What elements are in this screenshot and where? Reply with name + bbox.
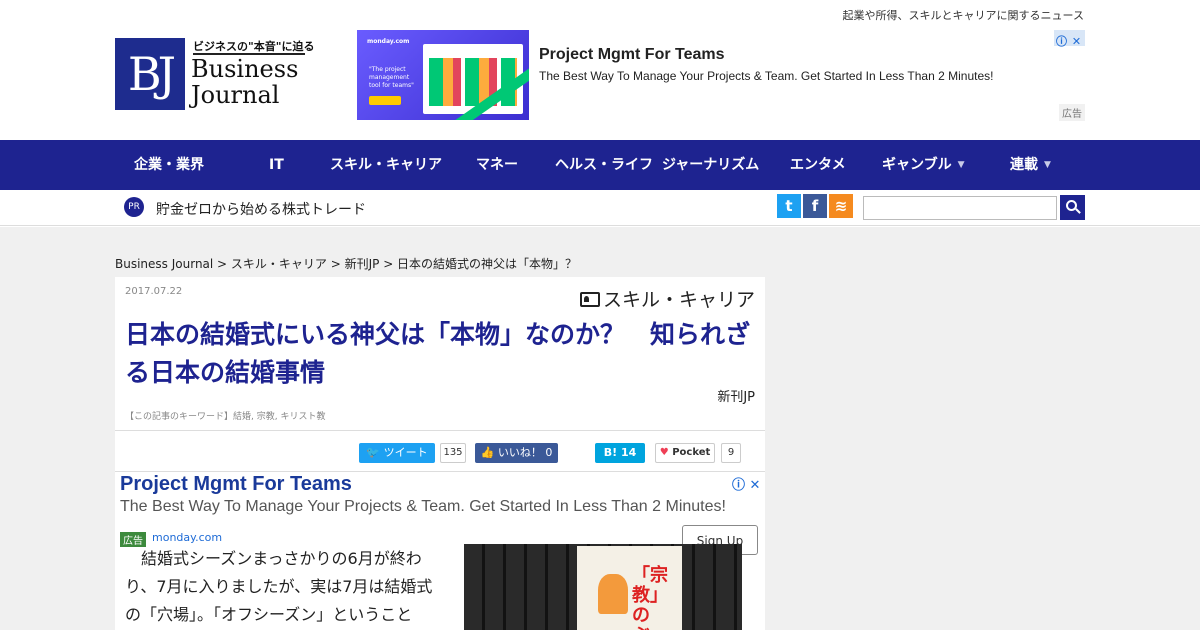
article-card: 2017.07.22 スキル・キャリア 日本の結婚式にいる神父は「本物」なのか？… — [115, 277, 765, 630]
pocket-button[interactable]: ♥ Pocket — [655, 443, 715, 463]
like-button[interactable]: 👍 いいね！ 0 — [475, 443, 558, 463]
breadcrumb[interactable]: Business Journal > スキル・キャリア > 新刊JP > 日本の… — [115, 255, 577, 272]
logo-name-line1: Business — [191, 55, 299, 83]
nav-item-it[interactable]: IT — [269, 140, 284, 190]
hatena-bookmark-button[interactable]: B! 14 — [595, 443, 645, 463]
ad-screenshot — [423, 44, 523, 114]
site-header: 起業や所得、スキルとキャリアに関するニュース BJ ビジネスの"本音"に迫る B… — [0, 0, 1200, 140]
ad-close-icon[interactable]: ✕ — [1069, 34, 1084, 50]
logo-name: Business Journal — [191, 56, 298, 108]
nav-item-business[interactable]: 企業・業界 — [134, 140, 204, 190]
article-body: 結婚式シーズンまっさかりの6月が終わり、7月に入りましたが、実は7月は結婚式の「… — [125, 549, 433, 624]
book-title: 「宗教」のぶっちゃけいいですか？ — [632, 565, 668, 630]
tweet-count: 135 — [440, 443, 466, 463]
logo-name-line2: Journal — [191, 81, 280, 109]
ad-brand: monday.com — [367, 38, 410, 45]
article-date: 2017.07.22 — [125, 286, 183, 297]
main-nav: 企業・業界 IT スキル・キャリア マネー ヘルス・ライフ ジャーナリズム エン… — [0, 140, 1200, 190]
nav-item-health-life[interactable]: ヘルス・ライフ — [555, 140, 653, 190]
top-ad-image[interactable]: monday.com "The project management tool … — [357, 30, 529, 120]
ad-label: 広告 — [1059, 104, 1085, 121]
nav-item-entame[interactable]: エンタメ — [790, 140, 846, 190]
search-button[interactable] — [1060, 195, 1085, 220]
ad-choices[interactable]: ⓘ ✕ — [1054, 30, 1085, 48]
search-input[interactable] — [863, 196, 1057, 220]
site-tagline: 起業や所得、スキルとキャリアに関するニュース — [842, 9, 1084, 22]
inline-ad-title[interactable]: Project Mgmt For Teams — [120, 473, 352, 496]
ad-info-icon[interactable]: ⓘ — [1054, 34, 1069, 50]
chevron-down-icon: ▼ — [1044, 160, 1051, 170]
nav-item-money[interactable]: マネー — [476, 140, 518, 190]
article-category[interactable]: スキル・キャリア — [579, 285, 755, 312]
inline-ad-description[interactable]: The Best Way To Manage Your Projects & T… — [120, 498, 726, 516]
pr-link[interactable]: 貯金ゼロから始める株式トレード — [156, 199, 366, 219]
article-photo: 「宗教」のぶっちゃけいいですか？ — [464, 544, 742, 630]
top-ad-description[interactable]: The Best Way To Manage Your Projects & T… — [539, 69, 993, 83]
top-ad-title[interactable]: Project Mgmt For Teams — [539, 46, 725, 64]
rss-icon[interactable]: ≋ — [829, 194, 853, 218]
facebook-icon[interactable]: f — [803, 194, 827, 218]
ad-image-cta — [369, 96, 401, 105]
divider — [115, 430, 765, 431]
divider — [115, 471, 765, 472]
ad-image-text: "The project management tool for teams" — [369, 66, 414, 89]
pr-badge: PR — [124, 197, 144, 217]
thumbs-up-icon: 👍 — [480, 446, 495, 459]
pocket-count: 9 — [721, 443, 741, 463]
nav-item-skill-career[interactable]: スキル・キャリア — [330, 140, 442, 190]
article-keywords: 【この記事のキーワード】結婚, 宗教, キリスト教 — [125, 412, 326, 422]
chevron-down-icon: ▼ — [957, 160, 965, 170]
twitter-icon: 🐦 — [366, 446, 381, 459]
ad-choices-icon[interactable]: ⓘ ✕ — [732, 474, 760, 493]
nav-item-series[interactable]: 連載 ▼ — [1010, 140, 1051, 190]
article-author[interactable]: 新刊JP — [717, 386, 755, 405]
logo-subtitle: ビジネスの"本音"に迫る — [193, 40, 315, 53]
article-title: 日本の結婚式にいる神父は「本物」なのか？ 知られざる日本の結婚事情 — [125, 320, 751, 387]
site-logo[interactable]: BJ ビジネスの"本音"に迫る Business Journal — [115, 38, 314, 118]
nav-item-gamble[interactable]: ギャンブル ▼ — [882, 140, 965, 190]
nav-item-journalism[interactable]: ジャーナリズム — [662, 140, 759, 190]
pocket-icon: ♥ — [659, 447, 669, 458]
twitter-icon[interactable]: t — [777, 194, 801, 218]
inline-ad-url[interactable]: monday.com — [152, 531, 222, 544]
logo-mark: BJ — [115, 38, 185, 110]
tweet-button[interactable]: 🐦 ツイート — [359, 443, 435, 463]
id-card-icon — [579, 292, 600, 307]
